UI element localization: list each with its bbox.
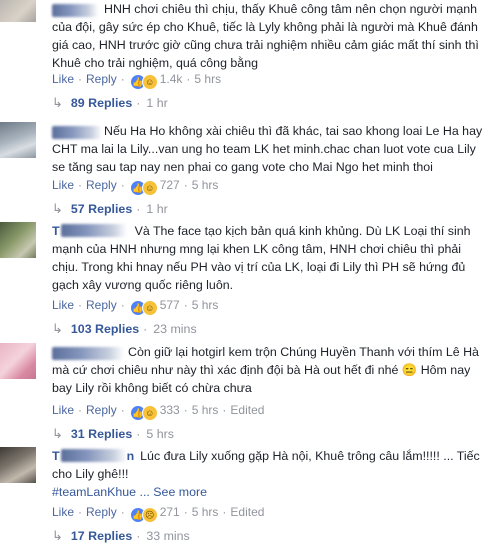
replies-toggle[interactable]: ↳ 17 Replies · 33 mins (52, 527, 190, 545)
haha-reaction-icon: ☺ (141, 180, 158, 196)
reply-link[interactable]: Reply (86, 403, 117, 417)
like-link[interactable]: Like (52, 178, 74, 192)
reply-link[interactable]: Reply (86, 178, 117, 192)
commenter-name[interactable] (60, 449, 127, 462)
commenter-name-suffix[interactable]: n (127, 449, 135, 463)
replies-count[interactable]: 31 Replies (71, 427, 132, 441)
comment-time[interactable]: 5 hrs (192, 178, 219, 192)
comment-time[interactable]: 5 hrs (194, 72, 221, 86)
replies-time: 5 hrs (146, 427, 174, 441)
comment-text: HNH chơi chiêu thì chịu, thấy Khuê công … (52, 2, 479, 70)
commenter-name-initial[interactable]: T (52, 449, 60, 463)
hashtag-link[interactable]: #teamLanKhue (52, 485, 136, 499)
replies-count[interactable]: 17 Replies (71, 529, 132, 543)
replies-count[interactable]: 103 Replies (71, 322, 139, 336)
replies-toggle[interactable]: ↳ 31 Replies · 5 hrs (52, 425, 174, 443)
replies-time: 1 hr (146, 96, 168, 110)
reaction-count: 577 (159, 298, 180, 312)
like-link[interactable]: Like (52, 505, 74, 519)
haha-reaction-icon: ☺ (141, 300, 158, 316)
reply-arrow-icon: ↳ (52, 201, 63, 216)
like-link[interactable]: Like (52, 72, 74, 86)
like-link[interactable]: Like (52, 403, 74, 417)
edited-label[interactable]: Edited (230, 403, 264, 417)
reply-arrow-icon: ↳ (52, 528, 63, 543)
replies-time: 33 mins (146, 529, 190, 543)
replies-count[interactable]: 57 Replies (71, 202, 132, 216)
reaction-count: 1.4k (159, 72, 183, 86)
comment-text: T Và The face tạo kịch bản quá kinh khủng… (52, 224, 471, 292)
avatar[interactable] (0, 222, 36, 258)
comment-time[interactable]: 5 hrs (192, 403, 219, 417)
avatar[interactable] (0, 122, 36, 158)
reaction-count: 271 (159, 505, 180, 519)
replies-time: 1 hr (146, 202, 168, 216)
reaction-count: 333 (159, 403, 180, 417)
like-link[interactable]: Like (52, 298, 74, 312)
avatar[interactable] (0, 447, 36, 483)
edited-label[interactable]: Edited (230, 505, 264, 519)
reply-arrow-icon: ↳ (52, 426, 63, 441)
comment-time[interactable]: 5 hrs (192, 505, 219, 519)
avatar[interactable] (0, 0, 36, 22)
commenter-name[interactable] (60, 224, 127, 237)
reactions[interactable]: 👍 ☺ (129, 180, 158, 196)
replies-toggle[interactable]: ↳ 57 Replies · 1 hr (52, 200, 168, 218)
haha-reaction-icon: ☺ (141, 405, 158, 421)
replies-toggle[interactable]: ↳ 103 Replies · 23 mins (52, 320, 197, 338)
see-more-link[interactable]: ... See more (140, 485, 208, 499)
reply-arrow-icon: ↳ (52, 95, 63, 110)
comment-actions: Like · Reply · 👍 ☺ 727 · 5 hrs (52, 177, 219, 196)
reply-arrow-icon: ↳ (52, 321, 63, 336)
reactions[interactable]: 👍 ☺ (129, 405, 158, 421)
haha-reaction-icon: ☺ (141, 74, 158, 90)
reactions[interactable]: 👍 ☹ (129, 507, 158, 523)
replies-time: 23 mins (153, 322, 197, 336)
reaction-count: 727 (159, 178, 180, 192)
replies-toggle[interactable]: ↳ 89 Replies · 1 hr (52, 94, 168, 112)
comment-actions: Like · Reply · 👍 ☺ 1.4k · 5 hrs (52, 71, 221, 90)
comment-actions: Like · Reply · 👍 ☺ 577 · 5 hrs (52, 297, 219, 316)
reply-link[interactable]: Reply (86, 72, 117, 86)
sad-reaction-icon: ☹ (141, 507, 158, 523)
reactions[interactable]: 👍 ☺ (129, 300, 158, 316)
reply-link[interactable]: Reply (86, 298, 117, 312)
comment-time[interactable]: 5 hrs (192, 298, 219, 312)
avatar[interactable] (0, 343, 36, 379)
reply-link[interactable]: Reply (86, 505, 117, 519)
comment-actions: Like · Reply · 👍 ☹ 271 · 5 hrs · Edited (52, 504, 264, 523)
comment-text: Tn Lúc đưa Lily xuống gặp Hà nội, Khuê tr… (52, 449, 480, 499)
comment-text: Nếu Ha Ho không xài chiêu thì đã khác, t… (52, 124, 483, 174)
reactions[interactable]: 👍 ☺ (129, 74, 158, 90)
comment-actions: Like · Reply · 👍 ☺ 333 · 5 hrs · Edited (52, 402, 264, 421)
commenter-name-initial[interactable]: T (52, 224, 60, 238)
replies-count[interactable]: 89 Replies (71, 96, 132, 110)
comment-text: Còn giữ lại hotgirl kem trộn Chúng Huyền… (52, 345, 479, 395)
